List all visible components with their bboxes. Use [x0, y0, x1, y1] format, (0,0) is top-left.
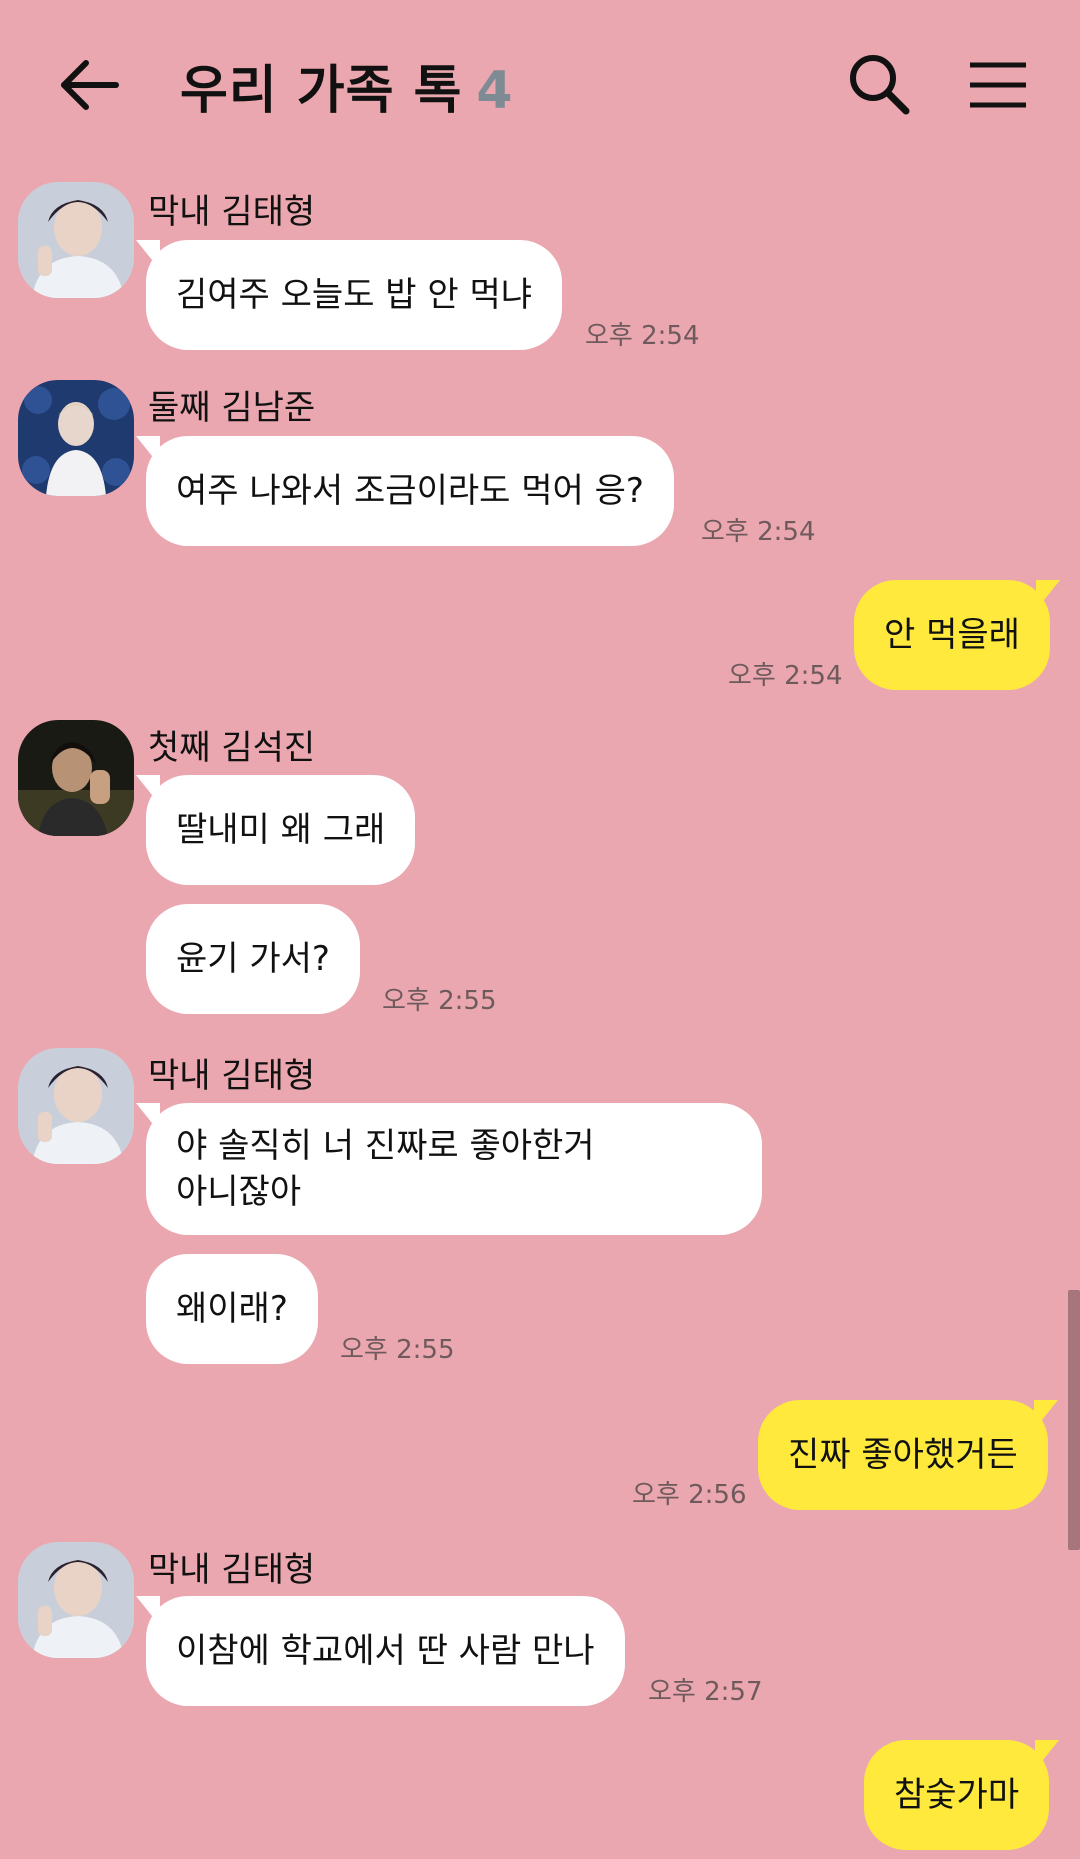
my-message-bubble[interactable]: 진짜 좋아했거든: [758, 1400, 1058, 1510]
message-line: 아니잖아: [176, 1172, 302, 1212]
sender-name: 막내 김태형: [148, 1550, 316, 1590]
sender-name: 첫째 김석진: [148, 728, 316, 768]
my-message-bubble[interactable]: 안 먹을래: [854, 580, 1060, 690]
message-time: 오후 2:55: [382, 986, 497, 1016]
member-count: 4: [476, 61, 514, 121]
profile-photo-icon: [18, 720, 134, 836]
message-time: 오후 2:54: [585, 321, 700, 351]
message-bubble[interactable]: 이참에 학교에서 딴 사람 만나: [136, 1596, 625, 1706]
profile-photo-icon: [18, 1542, 134, 1658]
chat-title: 우리 가족 톡4: [180, 48, 514, 123]
message-bubble[interactable]: 윤기 가서?: [146, 904, 360, 1014]
avatar-taehyung[interactable]: [18, 1048, 134, 1164]
profile-photo-icon: [18, 1048, 134, 1164]
hamburger-menu-icon: [970, 62, 1026, 108]
sender-name: 막내 김태형: [148, 192, 316, 232]
avatar-seokjin[interactable]: [18, 720, 134, 836]
back-arrow-icon: [61, 60, 119, 110]
avatar-namjoon[interactable]: [18, 380, 134, 496]
message-bubble[interactable]: 왜이래?: [146, 1254, 318, 1364]
profile-photo-icon: [18, 380, 134, 496]
message-bubble[interactable]: 딸내미 왜 그래: [135, 775, 416, 885]
sender-name: 둘째 김남준: [148, 388, 316, 428]
menu-button[interactable]: [960, 45, 1040, 125]
message-bubble[interactable]: 야 솔직히 너 진짜로 좋아한거 아니잖아: [136, 1103, 762, 1235]
message-time: 오후 2:54: [728, 661, 843, 691]
message-time: 오후 2:55: [340, 1335, 455, 1365]
profile-photo-icon: [18, 182, 134, 298]
search-button[interactable]: [840, 45, 920, 125]
my-message-bubble[interactable]: 참숯가마: [864, 1740, 1060, 1850]
sender-name: 막내 김태형: [148, 1056, 316, 1096]
search-icon: [850, 55, 910, 115]
message-bubble[interactable]: 여주 나와서 조금이라도 먹어 응?: [136, 436, 674, 546]
chat-room-name: 우리 가족 톡: [180, 61, 463, 121]
chat-header: 우리 가족 톡4: [0, 0, 1080, 170]
message-time: 오후 2:54: [701, 517, 816, 547]
message-line: 야 솔직히 너 진짜로 좋아한거: [176, 1126, 595, 1166]
message-bubble[interactable]: 김여주 오늘도 밥 안 먹냐: [135, 240, 563, 350]
back-button[interactable]: [50, 45, 130, 125]
message-time: 오후 2:56: [632, 1480, 747, 1510]
message-time: 오후 2:57: [648, 1677, 763, 1707]
scrollbar[interactable]: [1068, 1290, 1080, 1550]
avatar-taehyung[interactable]: [18, 182, 134, 298]
avatar-taehyung[interactable]: [18, 1542, 134, 1658]
chat-screen: 우리 가족 톡4 막내 김태형 김여주 오늘도 밥 안 먹냐 오후 2:54 둘…: [0, 0, 1080, 1859]
